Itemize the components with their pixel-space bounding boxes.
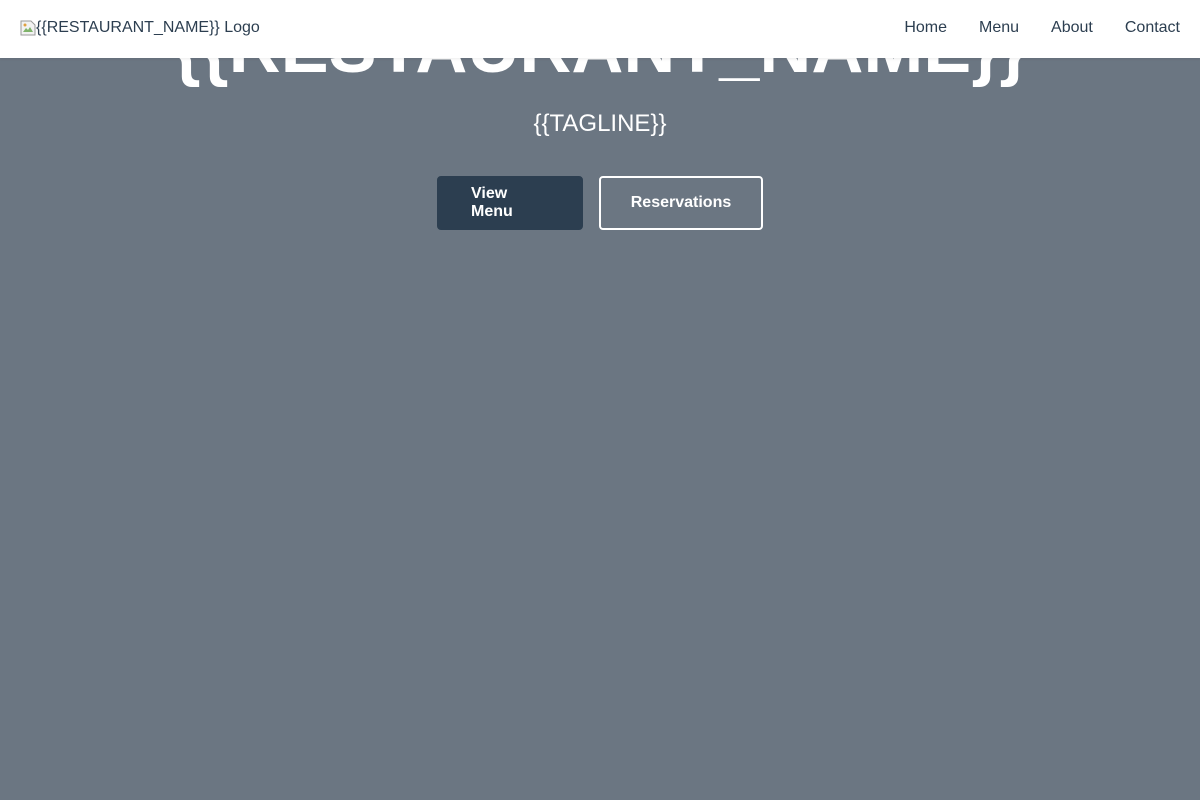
nav-about[interactable]: About <box>1051 19 1093 37</box>
broken-image-icon <box>20 20 36 36</box>
nav-home[interactable]: Home <box>904 19 947 37</box>
page: {{RESTAURANT_NAME}} {{TAGLINE}} View Men… <box>0 0 1200 800</box>
logo-alt-text: {{RESTAURANT_NAME}} Logo <box>36 19 260 36</box>
hero-actions: View Menu Reservations <box>0 176 1200 230</box>
logo[interactable]: {{RESTAURANT_NAME}} Logo <box>20 18 260 38</box>
hero-tagline: {{TAGLINE}} <box>533 110 667 137</box>
site-header: {{RESTAURANT_NAME}} Logo Home Menu About… <box>0 0 1200 58</box>
hero-section: {{RESTAURANT_NAME}} {{TAGLINE}} View Men… <box>0 0 1200 800</box>
main-nav: Home Menu About Contact <box>904 18 1180 38</box>
nav-menu[interactable]: Menu <box>979 19 1019 37</box>
nav-contact[interactable]: Contact <box>1125 19 1180 37</box>
reservations-button[interactable]: Reservations <box>599 176 763 230</box>
view-menu-button[interactable]: View Menu <box>437 176 583 230</box>
